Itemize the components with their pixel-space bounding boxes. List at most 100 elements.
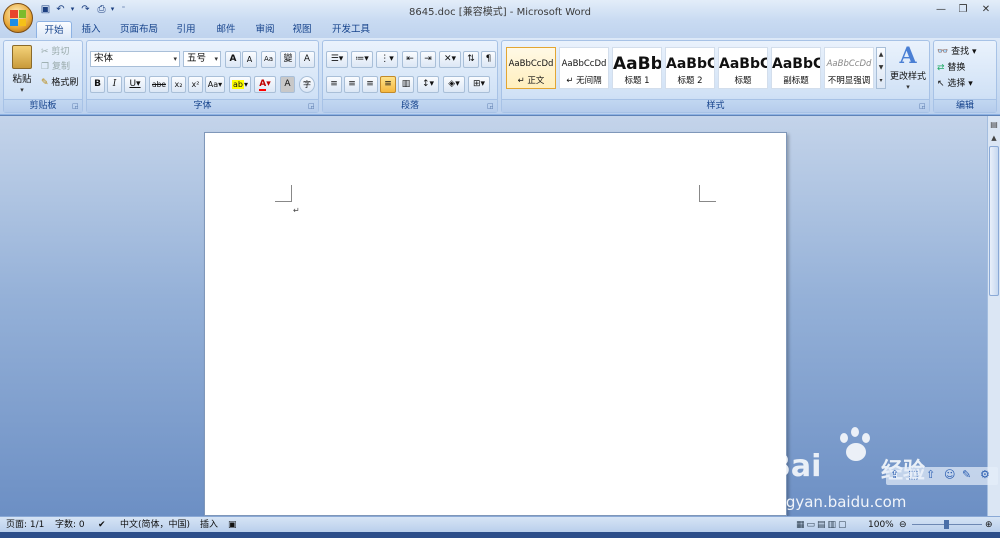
scroll-up-icon[interactable]: ▲ (989, 134, 999, 144)
view-buttons[interactable]: ▦▭▤▥▢ (796, 519, 849, 531)
change-styles-button[interactable]: A 更改样式 ▾ (888, 43, 928, 98)
style-heading-1[interactable]: AaBb 标题 1 (612, 47, 662, 89)
enclose-char-button[interactable]: 字 (299, 76, 315, 93)
style-normal[interactable]: AaBbCcDd ↵ 正文 (506, 47, 556, 89)
zoom-level[interactable]: 100% (868, 519, 894, 531)
tab-review[interactable]: 审阅 (249, 21, 281, 38)
char-border-button[interactable]: A (299, 51, 315, 68)
grow-font-button[interactable]: A (225, 51, 241, 68)
macro-record-icon[interactable]: ▣ (228, 519, 237, 531)
pen-icon[interactable]: ✎ (962, 468, 971, 481)
gear-icon[interactable]: ⚙ (980, 468, 990, 481)
char-shading-button[interactable]: A (280, 76, 295, 93)
toolbar-icon-2[interactable]: ⬚ (908, 468, 918, 481)
numbering-button[interactable]: ≔▾ (351, 51, 373, 68)
bullets-button[interactable]: ☰▾ (326, 51, 348, 68)
clipboard-group-label: 剪贴板 (4, 99, 82, 112)
distributed-icon: ▥ (401, 79, 411, 89)
superscript-icon: x² (191, 80, 200, 89)
clear-format-button[interactable]: Aa (261, 51, 276, 68)
font-size-combo[interactable]: 五号 ▾ (183, 51, 221, 67)
justify-button[interactable]: ≡ (380, 76, 396, 93)
status-bar: 页面: 1/1 字数: 0 ✔ 中文(简体，中国) 插入 ▣ ▦▭▤▥▢ 100… (0, 516, 1000, 532)
page-count[interactable]: 页面: 1/1 (6, 519, 44, 531)
italic-button[interactable]: I (107, 76, 122, 93)
zoom-in-icon[interactable]: ⊕ (985, 519, 993, 531)
replace-icon: ⇄ (937, 63, 945, 73)
tab-home[interactable]: 开始 (36, 21, 72, 38)
clipboard-launcher-icon[interactable]: ◲ (72, 102, 80, 110)
tab-page-layout[interactable]: 页面布局 (114, 21, 164, 38)
strikethrough-button[interactable]: abe (149, 76, 169, 93)
borders-button[interactable]: ⊞▾ (468, 76, 490, 93)
close-button[interactable]: ✕ (975, 2, 997, 17)
font-launcher-icon[interactable]: ◲ (308, 102, 316, 110)
style-no-spacing[interactable]: AaBbCcDd ↵ 无间隔 (559, 47, 609, 89)
scroll-thumb[interactable] (989, 146, 999, 296)
tab-view[interactable]: 视图 (286, 21, 318, 38)
show-marks-button[interactable]: ¶ (481, 51, 496, 68)
paragraph-launcher-icon[interactable]: ◲ (487, 102, 495, 110)
sort-button[interactable]: ⇅ (463, 51, 479, 68)
format-painter-button[interactable]: ✎ 格式刷 (41, 75, 83, 88)
style-title[interactable]: AaBbC 标题 (718, 47, 768, 89)
superscript-button[interactable]: x² (188, 76, 203, 93)
find-button[interactable]: 👓 查找 ▾ (937, 44, 995, 58)
copy-button[interactable]: ❐ 复制 (41, 59, 83, 72)
language-indicator[interactable]: 中文(简体，中国) (120, 519, 190, 531)
select-button[interactable]: ↖ 选择 ▾ (937, 76, 995, 90)
multilevel-list-button[interactable]: ⋮▾ (376, 51, 398, 68)
office-button[interactable] (3, 3, 33, 33)
font-name-combo[interactable]: 宋体 ▾ (90, 51, 180, 67)
style-name: ↵ 正文 (517, 76, 545, 86)
style-subtle-emphasis[interactable]: AaBbCcDd 不明显强调 (824, 47, 874, 89)
restore-button[interactable]: ❐ (952, 2, 974, 17)
scissors-icon: ✂ (41, 47, 49, 57)
smiley-icon[interactable]: ☺ (944, 468, 955, 481)
shrink-font-button[interactable]: A (242, 51, 257, 68)
replace-button[interactable]: ⇄ 替换 (937, 60, 995, 74)
align-center-button[interactable]: ≡ (344, 76, 360, 93)
decrease-indent-button[interactable]: ⇤ (402, 51, 418, 68)
insert-mode[interactable]: 插入 (200, 519, 218, 531)
change-case-button[interactable]: Aa▾ (205, 76, 225, 93)
cut-button[interactable]: ✂ 剪切 (41, 44, 83, 57)
highlight-button[interactable]: ab▾ (229, 76, 251, 93)
phonetic-guide-button[interactable]: 變 (280, 51, 296, 68)
paste-dropdown-icon: ▾ (20, 86, 24, 94)
proofing-icon[interactable]: ✔ (98, 519, 106, 531)
word-count[interactable]: 字数: 0 (55, 519, 85, 531)
phonetic-icon: 變 (283, 54, 293, 64)
styles-launcher-icon[interactable]: ◲ (919, 102, 927, 110)
shading-button[interactable]: ◈▾ (443, 76, 465, 93)
paste-button[interactable]: 粘贴 ▾ (7, 44, 37, 99)
subscript-button[interactable]: x₂ (171, 76, 186, 93)
font-color-button[interactable]: A▾ (254, 76, 276, 93)
line-spacing-button[interactable]: ↕▾ (417, 76, 439, 93)
distributed-button[interactable]: ▥ (398, 76, 414, 93)
bold-button[interactable]: B (90, 76, 105, 93)
chevron-down-icon: ▼ (878, 64, 884, 71)
tab-references[interactable]: 引用 (170, 21, 202, 38)
char-shading-icon: A (284, 79, 291, 89)
tab-developer[interactable]: 开发工具 (327, 21, 375, 38)
tab-insert[interactable]: 插入 (76, 21, 106, 38)
ruler-toggle-icon[interactable]: ▤ (989, 120, 999, 130)
document-page[interactable]: ↵ (204, 132, 787, 516)
toolbar-icon-1[interactable]: ⇪ (890, 468, 899, 481)
minimize-button[interactable]: — (930, 2, 952, 17)
tab-mailings[interactable]: 邮件 (210, 21, 242, 38)
align-right-button[interactable]: ≡ (362, 76, 378, 93)
style-subtitle[interactable]: AaBbC 副标题 (771, 47, 821, 89)
zoom-out-icon[interactable]: ⊖ (899, 519, 907, 531)
align-left-button[interactable]: ≡ (326, 76, 342, 93)
increase-indent-button[interactable]: ⇥ (420, 51, 436, 68)
cut-label: 剪切 (51, 47, 70, 57)
toolbar-icon-3[interactable]: ⇧ (926, 468, 935, 481)
style-heading-2[interactable]: AaBbC 标题 2 (665, 47, 715, 89)
chinese-layout-button[interactable]: ✕▾ (439, 51, 461, 68)
underline-button[interactable]: U▾ (124, 76, 146, 93)
styles-gallery-scroll[interactable]: ▲ ▼ ▾ (876, 47, 886, 89)
shrink-font-icon: A (246, 55, 253, 64)
zoom-slider-thumb[interactable] (944, 520, 949, 529)
